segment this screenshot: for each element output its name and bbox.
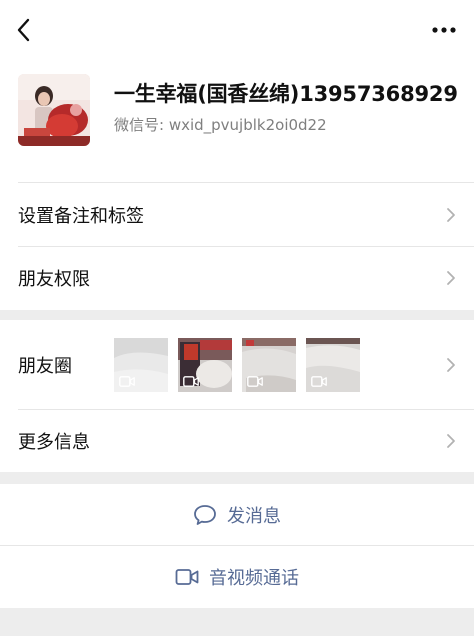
more-info-row[interactable]: 更多信息 — [0, 410, 474, 472]
contact-profile-page: 一生幸福(国香丝绵)13957368929 微信号: wxid_pvujblk2… — [0, 0, 474, 636]
chevron-right-icon — [447, 358, 455, 372]
moment-thumbnail — [114, 338, 168, 392]
moments-label: 朋友圈 — [18, 356, 72, 377]
video-camera-icon — [119, 376, 135, 387]
more-info-label: 更多信息 — [18, 432, 90, 453]
friend-permissions-label: 朋友权限 — [18, 269, 90, 290]
chevron-right-icon — [447, 208, 455, 222]
remark-and-tags-row[interactable]: 设置备注和标签 — [0, 184, 474, 246]
more-dots-icon[interactable] — [430, 18, 458, 42]
send-message-content: 发消息 — [193, 502, 281, 528]
video-camera-icon — [311, 376, 327, 387]
chat-bubble-icon — [194, 505, 216, 525]
moment-thumbnail — [306, 338, 360, 392]
moments-card: 朋友圈 更多信息 — [0, 320, 474, 472]
chevron-left-icon[interactable] — [14, 16, 34, 44]
chevron-right-icon — [447, 271, 455, 285]
video-call-button[interactable]: 音视频通话 — [0, 546, 474, 608]
remark-and-tags-label: 设置备注和标签 — [18, 206, 144, 227]
video-camera-icon — [247, 376, 263, 387]
avatar-photo — [18, 74, 90, 146]
divider — [18, 182, 474, 183]
chevron-right-icon — [447, 434, 455, 448]
video-call-content: 音视频通话 — [175, 564, 299, 590]
moment-thumbnail — [178, 338, 232, 392]
contact-name: 一生幸福(国香丝绵)13957368929 — [114, 82, 458, 106]
video-call-label: 音视频通话 — [209, 568, 299, 589]
video-camera-icon — [183, 376, 199, 387]
moments-row[interactable]: 朋友圈 — [0, 320, 474, 410]
actions-card: 发消息 音视频通话 — [0, 484, 474, 608]
friend-permissions-row[interactable]: 朋友权限 — [0, 247, 474, 309]
profile-header: 一生幸福(国香丝绵)13957368929 微信号: wxid_pvujblk2… — [18, 74, 458, 154]
navigation-bar — [0, 0, 474, 60]
wechat-id: 微信号: wxid_pvujblk2oi0d22 — [114, 116, 327, 134]
send-message-button[interactable]: 发消息 — [0, 484, 474, 546]
moment-thumbnail — [242, 338, 296, 392]
send-message-label: 发消息 — [227, 506, 281, 527]
profile-card: 一生幸福(国香丝绵)13957368929 微信号: wxid_pvujblk2… — [0, 0, 474, 310]
video-camera-icon — [175, 569, 199, 585]
avatar[interactable] — [18, 74, 90, 146]
